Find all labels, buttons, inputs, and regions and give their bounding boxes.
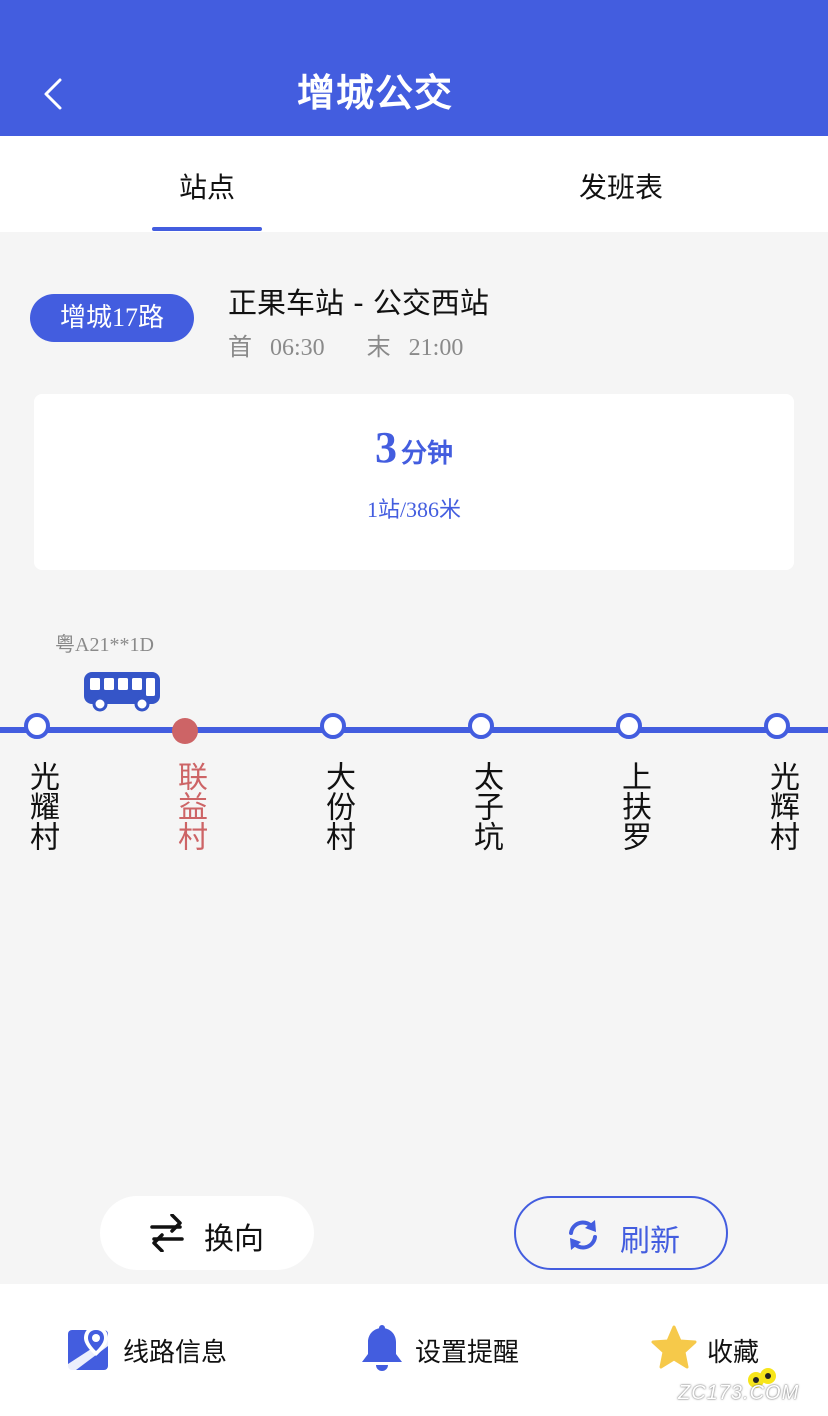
swap-arrows-icon	[150, 1214, 184, 1252]
bell-icon	[362, 1325, 402, 1371]
arrival-minutes: 3	[374, 423, 397, 472]
star-icon	[651, 1325, 697, 1369]
site-watermark: ZC173.COM	[676, 1366, 816, 1412]
stop-marker[interactable]	[468, 713, 494, 739]
stop-marker[interactable]	[616, 713, 642, 739]
route-number-badge: 增城17路	[30, 294, 194, 342]
route-line	[0, 727, 828, 733]
watermark-text: ZC173.COM	[678, 1382, 800, 1404]
current-stop-name[interactable]: 联益村	[165, 756, 207, 856]
route-info-label: 线路信息	[123, 1338, 228, 1368]
stop-name[interactable]: 大份村	[313, 756, 355, 856]
route-service-times: 首 06:30 末 21:00	[228, 327, 481, 362]
last-bus-label: 末	[366, 335, 391, 361]
stop-name[interactable]: 光耀村	[17, 756, 59, 856]
bus-plate: 粤A21**1D	[55, 634, 154, 656]
arrival-card: 3 分钟 1站/386米	[34, 394, 794, 570]
first-bus-label: 首	[228, 335, 252, 361]
tab-bar: 站点 发班表	[0, 136, 828, 232]
stop-name[interactable]: 上扶罗	[609, 756, 651, 856]
favorite-label: 收藏	[707, 1338, 760, 1368]
map-pin-icon	[68, 1326, 108, 1370]
refresh-button-label: 刷新	[620, 1224, 680, 1259]
stop-marker[interactable]	[764, 713, 790, 739]
active-tab-indicator	[152, 227, 262, 231]
app-header: 增城公交	[0, 0, 828, 136]
first-bus-time: 06:30	[270, 335, 325, 361]
page-title: 增城公交	[296, 71, 453, 115]
reverse-direction-button[interactable]: 换向	[100, 1196, 314, 1270]
last-bus-time: 21:00	[408, 335, 464, 361]
stop-name[interactable]: 光辉村	[757, 756, 799, 856]
current-stop-marker[interactable]	[172, 718, 198, 744]
tab-schedule[interactable]: 发班表	[531, 166, 711, 206]
route-terminals: 正果车站 - 公交西站	[228, 286, 489, 320]
reverse-button-label: 换向	[204, 1222, 264, 1257]
stop-marker[interactable]	[320, 713, 346, 739]
set-reminder-button[interactable]: 设置提醒	[358, 1324, 558, 1374]
arrival-time: 3 分钟	[34, 422, 794, 473]
route-info-button[interactable]: 线路信息	[66, 1324, 266, 1374]
stop-name[interactable]: 太子坑	[461, 756, 503, 856]
tab-stops[interactable]: 站点	[117, 166, 297, 206]
arrival-unit: 分钟	[400, 439, 453, 469]
refresh-icon	[569, 1220, 597, 1250]
stop-marker[interactable]	[24, 713, 50, 739]
set-reminder-label: 设置提醒	[415, 1338, 520, 1368]
bus-icon[interactable]	[82, 670, 162, 712]
arrival-distance: 1站/386米	[366, 497, 462, 522]
refresh-button[interactable]: 刷新	[514, 1196, 728, 1270]
